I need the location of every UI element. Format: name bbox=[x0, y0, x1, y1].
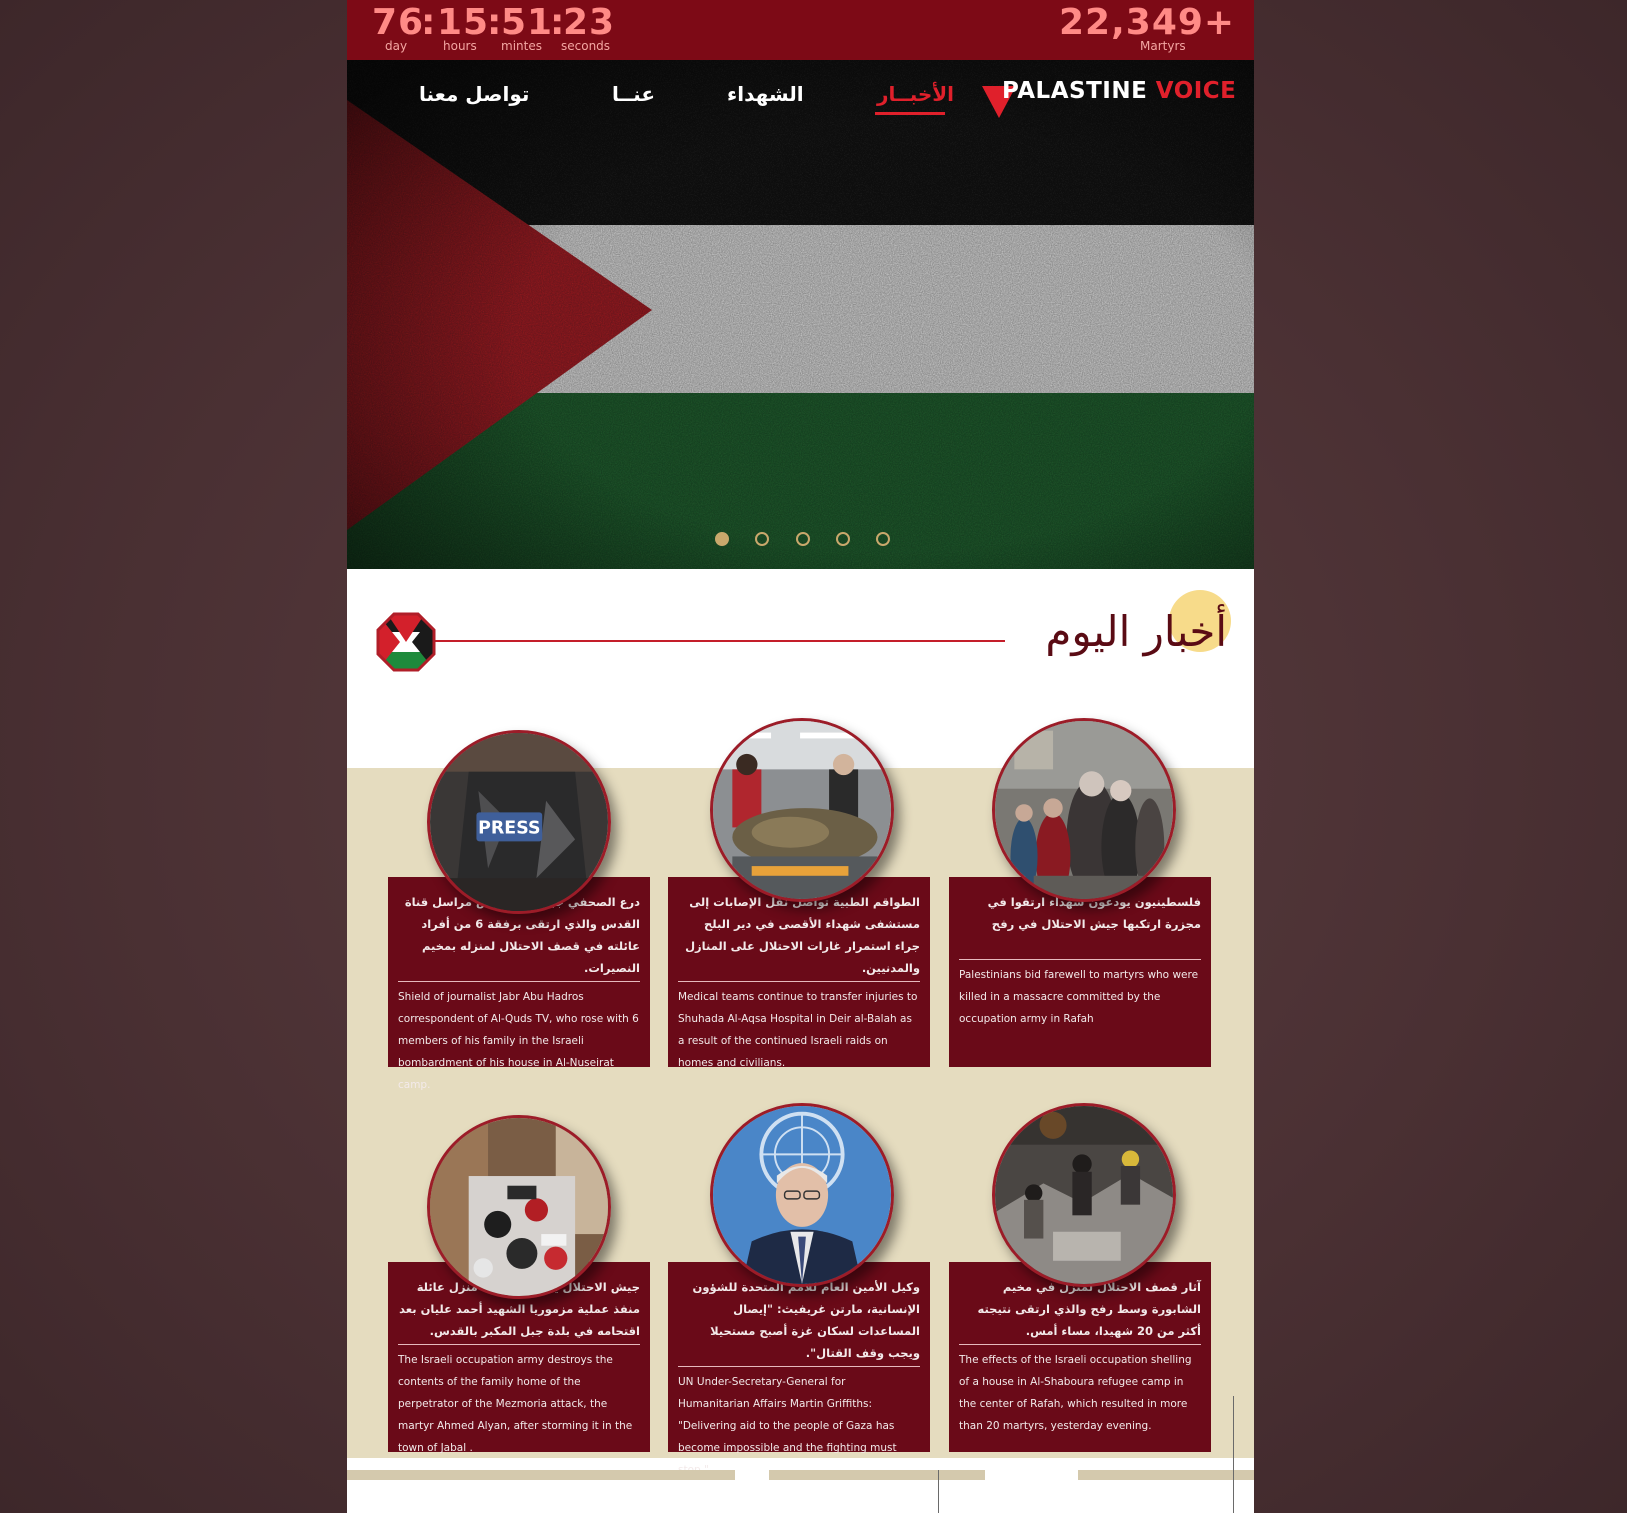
martyrs-label: Martyrs bbox=[1140, 39, 1186, 53]
hero-slider bbox=[347, 60, 1254, 569]
news-card[interactable]: الطواقم الطبية تواصل نقل الإصابات إلى مس… bbox=[668, 877, 930, 1069]
news-card-text-en: Palestinians bid farewell to martyrs who… bbox=[959, 969, 1199, 1025]
nav-about[interactable]: عنــا bbox=[612, 82, 655, 106]
news-card-text-en: Shield of journalist Jabr Abu Hadros cor… bbox=[398, 991, 639, 1091]
news-card-text-en: Medical teams continue to transfer injur… bbox=[678, 991, 918, 1069]
news-card[interactable]: فلسطينيون يودعون شهداء ارتقوا في مجزرة ا… bbox=[949, 877, 1211, 1067]
countdown-hours-label: hours bbox=[443, 39, 477, 53]
slider-dot[interactable] bbox=[755, 532, 769, 546]
footer-vertical-line bbox=[938, 1470, 939, 1513]
slider-dot[interactable] bbox=[715, 532, 729, 546]
countdown-minutes: 51 bbox=[501, 2, 554, 43]
nav-active-indicator bbox=[875, 112, 945, 115]
countdown-minutes-label: mintes bbox=[501, 39, 542, 53]
footer-vertical-line bbox=[1233, 1396, 1234, 1513]
news-card[interactable]: آثار قصف الاحتلال لمنزل في مخيم الشابورة… bbox=[949, 1262, 1211, 1452]
news-card-image-mourners[interactable] bbox=[992, 718, 1176, 902]
nav-news[interactable]: الأخبــار bbox=[877, 82, 954, 106]
rubble-image bbox=[995, 1106, 1173, 1284]
card-divider bbox=[959, 1344, 1201, 1345]
palestine-flag-badge-icon bbox=[376, 612, 436, 672]
section-title: أخبار اليوم bbox=[1045, 607, 1227, 656]
countdown-hours: 15 bbox=[437, 2, 490, 43]
news-card-image-hospital[interactable] bbox=[710, 718, 894, 902]
brand-name-accent: VOICE bbox=[1155, 78, 1237, 104]
news-card-text-en: UN Under-Secretary-General for Humanitar… bbox=[678, 1376, 897, 1476]
card-divider bbox=[959, 959, 1201, 960]
brand-logo[interactable]: PALASTINE VOICE bbox=[1002, 78, 1236, 104]
nav-contact[interactable]: تواصل معنا bbox=[419, 82, 529, 106]
heading-divider bbox=[435, 640, 1005, 642]
un-official-image bbox=[713, 1106, 891, 1284]
countdown-seconds: 23 bbox=[563, 2, 616, 43]
top-bar: 76 : 15 : 51 : 23 day hours mintes secon… bbox=[347, 0, 1254, 60]
nav-martyrs[interactable]: الشهداء bbox=[727, 82, 804, 106]
countdown-days: 76 bbox=[372, 2, 425, 43]
news-card-title-ar: الطواقم الطبية تواصل نقل الإصابات إلى مس… bbox=[685, 895, 920, 975]
card-divider bbox=[678, 981, 920, 982]
countdown-seconds-label: seconds bbox=[561, 39, 611, 53]
news-card-image-destroyed-home[interactable] bbox=[427, 1115, 611, 1299]
card-divider bbox=[398, 1344, 640, 1345]
countdown-day-label: day bbox=[385, 39, 408, 53]
news-card-image-un-official[interactable] bbox=[710, 1103, 894, 1287]
card-divider bbox=[398, 981, 640, 982]
destroyed-home-image bbox=[430, 1118, 608, 1296]
slider-dot[interactable] bbox=[876, 532, 890, 546]
hospital-image bbox=[713, 721, 891, 899]
news-card[interactable]: وكيل الأمين العام للأمم المتحدة للشؤون ا… bbox=[668, 1262, 930, 1476]
news-card-text-en: The effects of the Israeli occupation sh… bbox=[959, 1354, 1192, 1432]
countdown-sep: : bbox=[421, 2, 437, 43]
martyrs-count: 22,349+ bbox=[1059, 2, 1236, 43]
brand-name: PALASTINE bbox=[1002, 78, 1148, 104]
footer-divider bbox=[769, 1470, 985, 1480]
press-vest-image: PRESS bbox=[430, 733, 608, 911]
main-nav: تواصل معنا عنــا الشهداء الأخبــار PALAS… bbox=[347, 60, 1254, 130]
page: 76 : 15 : 51 : 23 day hours mintes secon… bbox=[347, 0, 1254, 1513]
slider-dot[interactable] bbox=[836, 532, 850, 546]
press-label: PRESS bbox=[478, 819, 540, 839]
palestine-flag-image bbox=[347, 60, 1254, 569]
slider-dot[interactable] bbox=[796, 532, 810, 546]
news-card-image-press-vest[interactable]: PRESS bbox=[427, 730, 611, 914]
card-divider bbox=[678, 1366, 920, 1367]
footer-divider bbox=[347, 1470, 735, 1480]
mourners-image bbox=[995, 721, 1173, 899]
footer-divider bbox=[1078, 1470, 1254, 1480]
news-card-title-ar: وكيل الأمين العام للأمم المتحدة للشؤون ا… bbox=[692, 1280, 920, 1360]
news-card-text-en: The Israeli occupation army destroys the… bbox=[398, 1354, 633, 1454]
news-card-image-rubble[interactable] bbox=[992, 1103, 1176, 1287]
